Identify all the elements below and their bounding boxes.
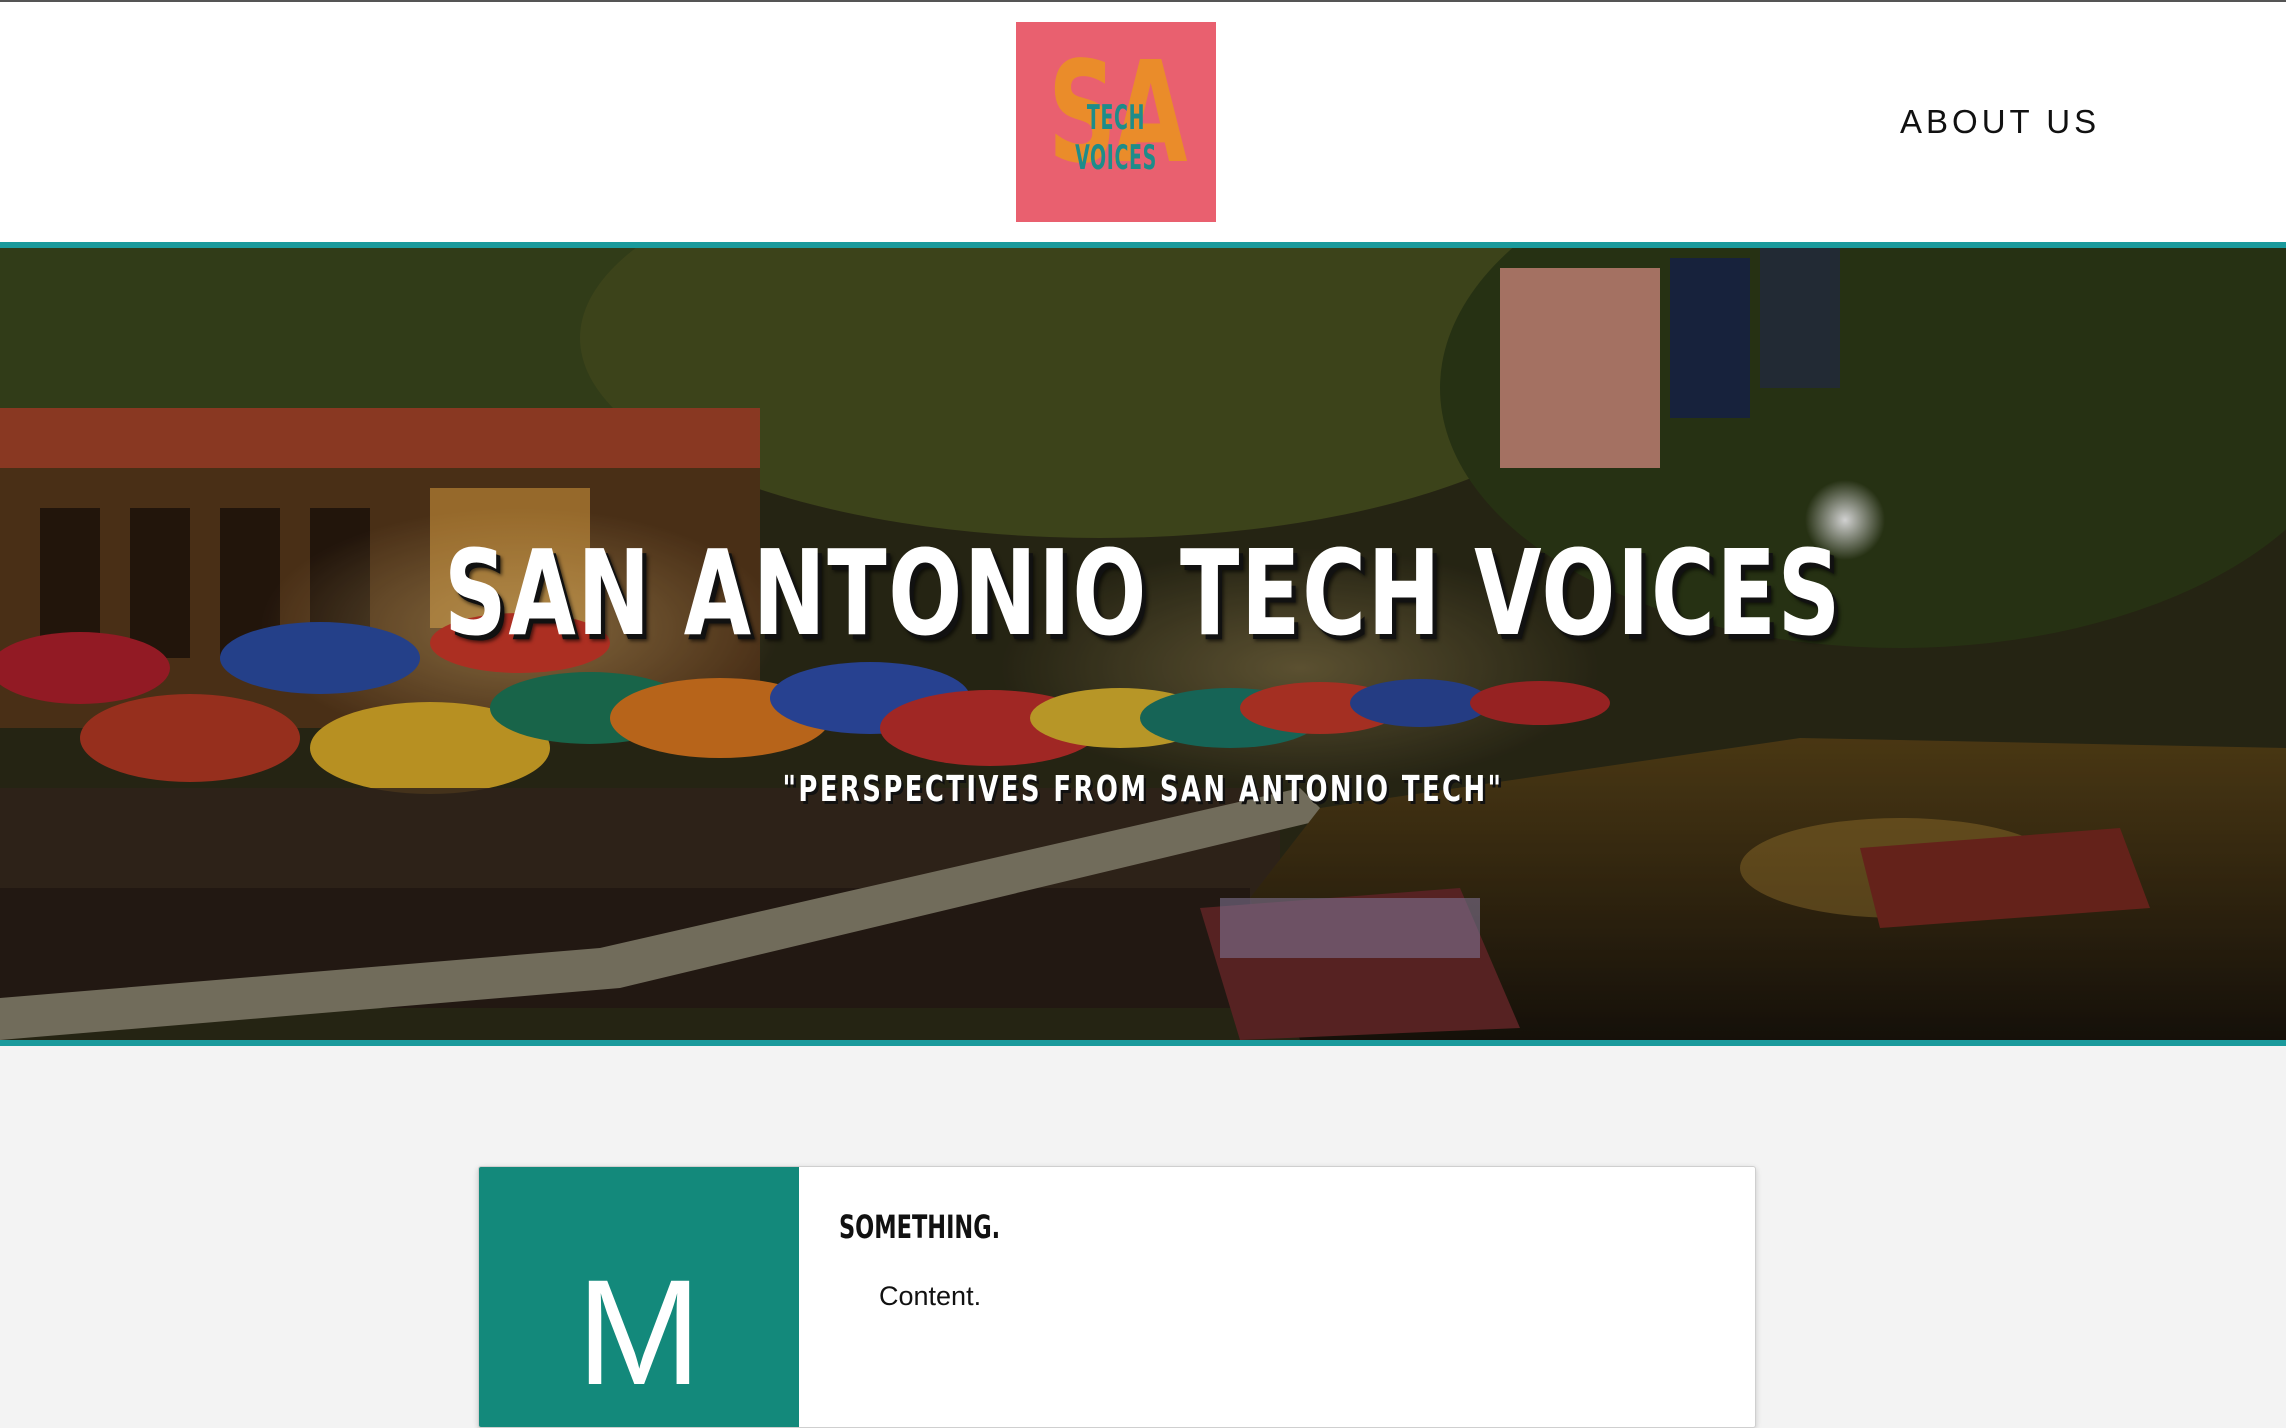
site-logo[interactable]: SA TECH VOICES [1016,22,1216,222]
logo-wordmark: TECH VOICES [1075,98,1157,178]
hero-subtitle: "PERSPECTIVES FROM SAN ANTONIO TECH" [782,769,1504,810]
post-thumbnail: M [479,1167,799,1427]
hero-banner: SAN ANTONIO TECH VOICES "PERSPECTIVES FR… [0,242,2286,1046]
post-excerpt: Content. [879,1281,982,1311]
post-thumbnail-letter: M [576,1248,702,1416]
site-header: SA TECH VOICES ABOUT US [0,2,2286,242]
hero-title: SAN ANTONIO TECH VOICES [444,524,1842,662]
post-card[interactable]: M SOMETHING. Content. [478,1166,1756,1428]
post-title[interactable]: SOMETHING. [839,1207,1000,1247]
nav-about-us-link[interactable]: ABOUT US [1900,100,2100,144]
